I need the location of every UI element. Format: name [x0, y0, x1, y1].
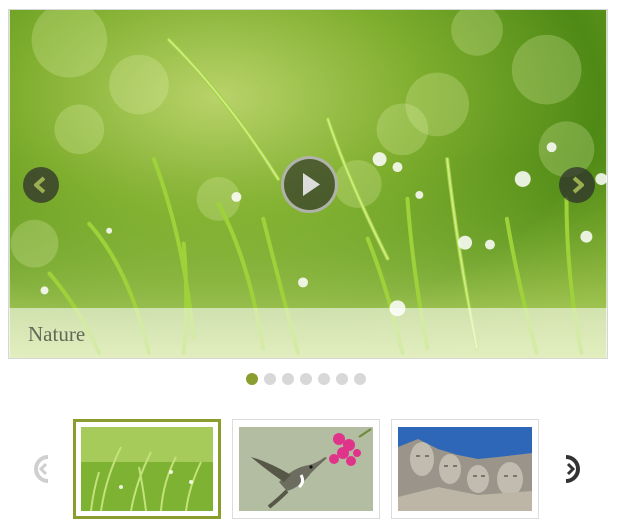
previous-slide-button[interactable] — [23, 167, 59, 203]
bullet-7[interactable] — [354, 373, 366, 385]
thumbnails-next-button[interactable] — [560, 454, 584, 484]
play-icon — [303, 173, 320, 196]
thumbnail-image-mount-rushmore — [398, 427, 532, 511]
play-button[interactable] — [281, 156, 338, 213]
next-slide-button[interactable] — [559, 167, 595, 203]
thumbnail-3[interactable] — [391, 419, 539, 519]
circle-arrow-right-icon — [565, 455, 580, 483]
chevron-left-icon — [34, 176, 46, 194]
bullet-3[interactable] — [282, 373, 294, 385]
bullet-5[interactable] — [318, 373, 330, 385]
bullet-4[interactable] — [300, 373, 312, 385]
caption-bar: Nature — [9, 308, 607, 358]
thumbnails-prev-button[interactable] — [30, 454, 54, 484]
thumbnail-image-hummingbird — [239, 427, 373, 511]
circle-arrow-left-icon — [34, 455, 49, 483]
image-slider: Nature — [8, 9, 608, 359]
slide-caption: Nature — [28, 322, 86, 346]
bullet-6[interactable] — [336, 373, 348, 385]
thumbnail-1[interactable] — [73, 419, 221, 519]
bullet-2[interactable] — [264, 373, 276, 385]
thumbnail-image-grass — [81, 427, 213, 511]
chevron-right-icon — [572, 176, 584, 194]
bullet-1[interactable] — [246, 373, 258, 385]
thumbnail-2[interactable] — [232, 419, 380, 519]
